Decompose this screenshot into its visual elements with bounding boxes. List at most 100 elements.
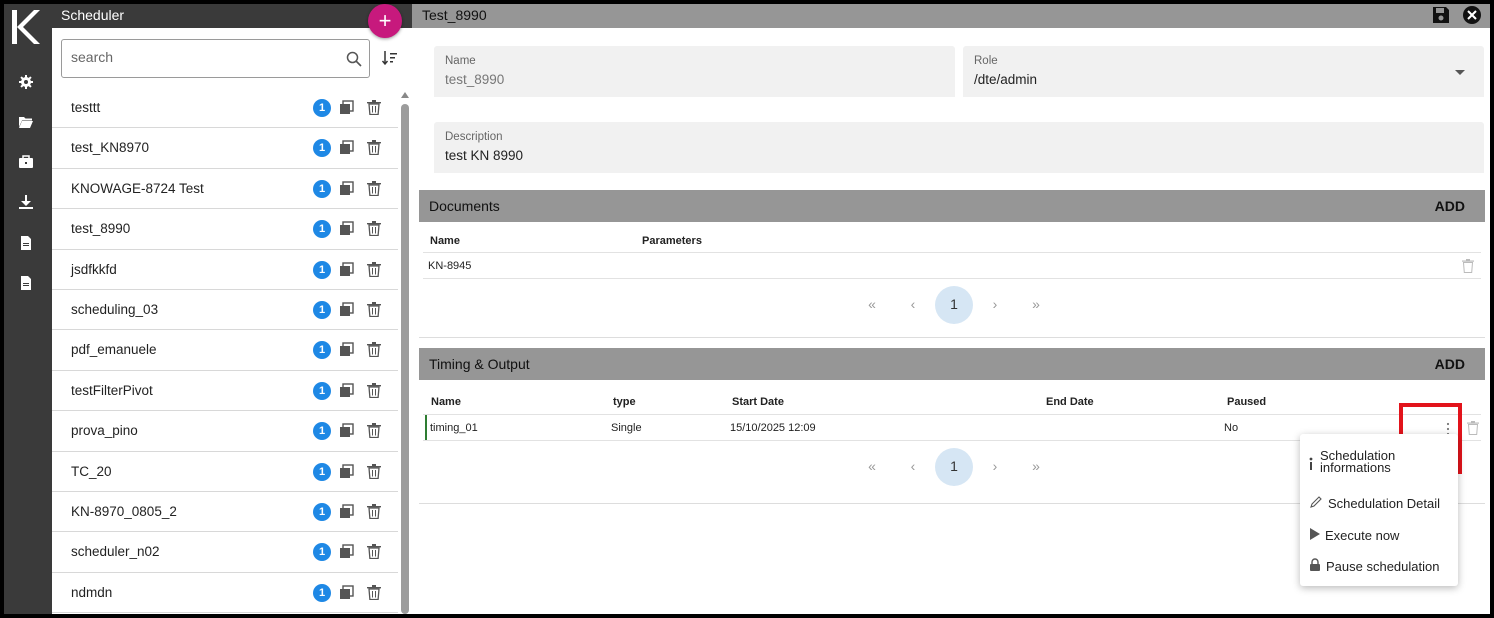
- list-item[interactable]: test_8990 1: [52, 209, 398, 250]
- role-select[interactable]: Role /dte/admin: [963, 46, 1484, 97]
- list-item[interactable]: KNOWAGE-8724 Test 1: [52, 169, 398, 210]
- trash-icon[interactable]: [367, 382, 381, 398]
- column-header-start-date: Start Date: [732, 396, 784, 408]
- list-item-label: KN-8970_0805_2: [71, 503, 177, 519]
- description-field[interactable]: Description test KN 8990: [434, 122, 1484, 173]
- count-badge: 1: [313, 381, 331, 400]
- folder-open-icon[interactable]: [18, 114, 34, 130]
- list-item-label: scheduling_03: [71, 301, 159, 317]
- documents-pager: « ‹ 1 › »: [853, 286, 1053, 324]
- copy-icon[interactable]: [339, 342, 354, 357]
- list-title: Scheduler: [61, 7, 125, 23]
- column-header-name: Name: [430, 235, 460, 247]
- copy-icon[interactable]: [339, 584, 354, 600]
- menu-item-schedulation-detail[interactable]: Schedulation Detail: [1300, 494, 1458, 512]
- list-item[interactable]: scheduling_03 1: [52, 290, 398, 331]
- count-badge: 1: [313, 260, 331, 279]
- documents-card: Documents ADD Name Parameters KN-8945 « …: [419, 190, 1485, 338]
- copy-icon[interactable]: [339, 423, 354, 438]
- list-item[interactable]: testtt 1: [52, 88, 398, 129]
- divider: [423, 252, 1481, 253]
- list-item[interactable]: prova_pino 1: [52, 411, 398, 452]
- lock-icon: [1310, 558, 1320, 571]
- list-item[interactable]: scheduler_n02 1: [52, 532, 398, 573]
- knowage-logo[interactable]: [10, 8, 42, 46]
- list-item-label: test_KN8970: [71, 140, 150, 156]
- row-context-menu: Schedulation informations Schedulation D…: [1300, 434, 1458, 586]
- trash-icon[interactable]: [367, 140, 381, 156]
- count-badge: 1: [313, 502, 331, 521]
- pager-current[interactable]: 1: [935, 448, 973, 486]
- add-timing-button[interactable]: ADD: [1435, 356, 1465, 372]
- copy-icon[interactable]: [339, 221, 354, 236]
- name-value: test_8990: [445, 72, 505, 87]
- pager-first[interactable]: «: [853, 448, 891, 486]
- add-schedule-button[interactable]: +: [368, 4, 402, 38]
- search-input[interactable]: [71, 49, 331, 65]
- pager-prev[interactable]: ‹: [894, 448, 932, 486]
- name-field[interactable]: Name test_8990: [434, 46, 955, 97]
- save-icon[interactable]: [1432, 6, 1450, 24]
- add-document-button[interactable]: ADD: [1435, 198, 1465, 214]
- copy-icon[interactable]: [339, 463, 354, 479]
- scheduler-list-panel: Scheduler + testtt1test_KN89701KNOWAGE-8…: [52, 4, 412, 614]
- play-icon: [1310, 528, 1320, 540]
- copy-icon[interactable]: [339, 302, 354, 317]
- copy-icon[interactable]: [339, 100, 354, 115]
- download-icon[interactable]: [18, 194, 34, 210]
- trash-icon[interactable]: [367, 423, 381, 439]
- trash-icon[interactable]: [367, 463, 381, 479]
- pager-current[interactable]: 1: [935, 286, 973, 324]
- description-value: test KN 8990: [445, 148, 524, 163]
- document-icon-2[interactable]: [18, 275, 34, 291]
- trash-icon[interactable]: [367, 503, 381, 519]
- list-item-label: test_8990: [71, 221, 131, 237]
- copy-icon[interactable]: [339, 383, 354, 398]
- list-item[interactable]: KN-8970_0805_2 1: [52, 492, 398, 533]
- chevron-down-icon[interactable]: [1455, 70, 1465, 75]
- copy-icon[interactable]: [339, 504, 354, 519]
- pager-first[interactable]: «: [853, 286, 891, 324]
- schedule-detail-panel: Test_8990 Name test_8990 Role /dte/admin…: [412, 4, 1490, 614]
- sort-icon[interactable]: [382, 50, 398, 66]
- list-item[interactable]: pdf_emanuele 1: [52, 330, 398, 371]
- document-icon[interactable]: [18, 235, 34, 251]
- trash-icon[interactable]: [367, 584, 381, 600]
- pager-prev[interactable]: ‹: [894, 286, 932, 324]
- column-header-paused: Paused: [1227, 396, 1267, 408]
- menu-item-execute-now[interactable]: Execute now: [1300, 526, 1458, 544]
- pager-last[interactable]: »: [1017, 448, 1055, 486]
- list-item[interactable]: jsdfkkfd 1: [52, 250, 398, 290]
- trash-icon[interactable]: [367, 180, 381, 196]
- list-item[interactable]: TC_20 1: [52, 452, 398, 492]
- menu-item-schedulation-informations[interactable]: Schedulation informations: [1300, 448, 1458, 480]
- copy-icon[interactable]: [339, 140, 354, 155]
- trash-icon[interactable]: [367, 221, 381, 237]
- trash-icon[interactable]: [367, 342, 381, 358]
- search-icon[interactable]: [346, 51, 362, 67]
- scrollbar-thumb[interactable]: [401, 104, 409, 614]
- count-badge: 1: [313, 422, 331, 441]
- list-item[interactable]: ndmdn 1: [52, 573, 398, 614]
- trash-icon[interactable]: [367, 261, 381, 277]
- copy-icon[interactable]: [339, 544, 354, 559]
- list-item[interactable]: testFilterPivot 1: [52, 371, 398, 412]
- trash-icon[interactable]: [367, 100, 381, 115]
- trash-icon[interactable]: [367, 544, 381, 560]
- list-item-label: pdf_emanuele: [71, 342, 157, 358]
- trash-icon[interactable]: [1467, 421, 1479, 435]
- briefcase-icon[interactable]: [18, 154, 34, 170]
- pager-next[interactable]: ›: [976, 448, 1014, 486]
- pager-last[interactable]: »: [1017, 286, 1055, 324]
- menu-item-pause-schedulation[interactable]: Pause schedulation: [1300, 557, 1458, 575]
- pager-next[interactable]: ›: [976, 286, 1014, 324]
- list-item[interactable]: test_KN8970 1: [52, 128, 398, 169]
- gear-icon[interactable]: [18, 74, 34, 90]
- trash-icon[interactable]: [1462, 259, 1474, 273]
- close-icon[interactable]: [1462, 5, 1482, 25]
- search-field: [61, 39, 370, 78]
- copy-icon[interactable]: [339, 261, 354, 277]
- timing-paused: No: [1224, 422, 1239, 434]
- trash-icon[interactable]: [367, 301, 381, 317]
- copy-icon[interactable]: [339, 181, 354, 196]
